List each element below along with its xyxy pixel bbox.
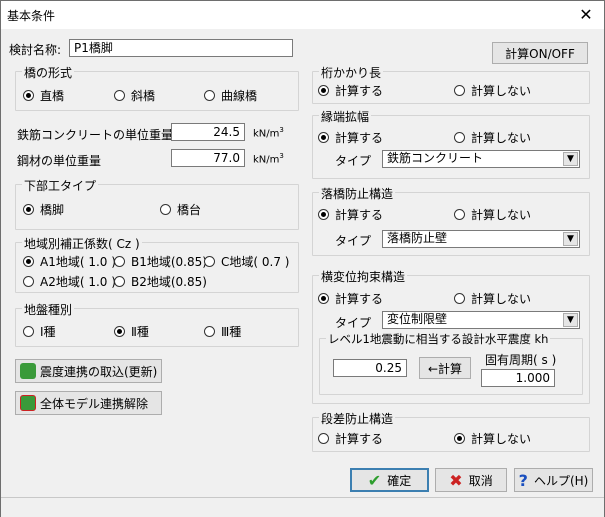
rebar-weight-unit: kN/m3 (253, 126, 284, 140)
girder-seat-title: 桁かかり長 (319, 64, 384, 81)
radio-icon (204, 256, 215, 267)
radio-region-b1[interactable]: B1地域(0.85) (114, 253, 207, 270)
radio-icon (318, 85, 329, 96)
edge-widening-title: 縁端拡幅 (319, 108, 372, 125)
radio-region-a2[interactable]: A2地域( 1.0 ) (23, 273, 116, 290)
radio-girder-calc[interactable]: 計算する (318, 82, 383, 99)
radio-icon (114, 276, 125, 287)
cancel-button[interactable]: ✖ 取消 (435, 468, 507, 492)
radio-icon (114, 90, 125, 101)
help-button[interactable]: ? ヘルプ(H) (514, 468, 593, 492)
radio-icon (23, 256, 34, 267)
edge-type-label: タイプ (335, 154, 372, 168)
radio-icon (23, 326, 34, 337)
period-input[interactable]: 1.000 (481, 369, 555, 387)
case-name-input[interactable]: P1橋脚 (69, 39, 293, 57)
radio-icon (318, 132, 329, 143)
radio-icon (160, 204, 171, 215)
ok-button[interactable]: ✔ 確定 (350, 468, 429, 492)
radio-icon (204, 90, 215, 101)
kh-input[interactable]: 0.25 (333, 359, 407, 377)
radio-straight-bridge[interactable]: 直橋 (23, 87, 64, 104)
radio-abutment[interactable]: 橋台 (160, 201, 201, 218)
bridge-type-title: 橋の形式 (22, 64, 75, 81)
title-bar: 基本条件 ✕ (1, 1, 604, 29)
steel-weight-unit: kN/m3 (253, 152, 284, 166)
radio-icon (23, 90, 34, 101)
region-title: 地域別補正係数( Cz ) (22, 235, 142, 252)
radio-edge-calc[interactable]: 計算する (318, 129, 383, 146)
check-icon: ✔ (367, 470, 382, 490)
close-icon: ✖ (449, 470, 463, 490)
radio-icon (454, 433, 465, 444)
radio-region-a1[interactable]: A1地域( 1.0 ) (23, 253, 116, 270)
radio-step-calc[interactable]: 計算する (318, 430, 383, 447)
lateral-restraint-title: 横変位拘束構造 (319, 268, 408, 285)
close-icon[interactable]: ✕ (574, 3, 598, 27)
import-seismic-button[interactable]: 震度連携の取込(更新) (15, 359, 162, 383)
radio-ground-1[interactable]: Ⅰ種 (23, 323, 56, 340)
case-name-label: 検討名称: (9, 43, 62, 57)
radio-step-nocalc[interactable]: 計算しない (454, 430, 531, 447)
period-label: 固有周期( s ) (485, 353, 557, 367)
rebar-weight-input[interactable]: 24.5 (171, 123, 245, 141)
edge-type-select[interactable]: 鉄筋コンクリート ▼ (382, 150, 580, 168)
radio-icon (23, 276, 34, 287)
radio-icon (318, 293, 329, 304)
steel-weight-label: 鋼材の単位重量 (17, 154, 102, 168)
radio-lateral-calc[interactable]: 計算する (318, 290, 383, 307)
edge-widening-group: 縁端拡幅 (312, 108, 590, 179)
chevron-down-icon: ▼ (563, 152, 578, 166)
rebar-weight-label: 鉄筋コンクリートの単位重量 (17, 128, 174, 142)
unlink-icon (20, 395, 36, 411)
lateral-type-select[interactable]: 変位制限壁 ▼ (382, 311, 580, 329)
lateral-type-label: タイプ (335, 316, 372, 330)
status-bar (1, 497, 604, 517)
radio-icon (318, 209, 329, 220)
radio-girder-nocalc[interactable]: 計算しない (454, 82, 531, 99)
radio-ground-2[interactable]: Ⅱ種 (114, 323, 149, 340)
radio-icon (454, 209, 465, 220)
dialog-window: 基本条件 ✕ 検討名称: P1橋脚 計算ON/OFF 橋の形式 直橋 斜橋 曲線… (0, 0, 605, 517)
radio-icon (23, 204, 34, 215)
chevron-down-icon: ▼ (563, 232, 578, 246)
calc-onoff-button[interactable]: 計算ON/OFF (492, 42, 588, 64)
substructure-title: 下部工タイプ (22, 177, 99, 194)
steel-weight-input[interactable]: 77.0 (171, 149, 245, 167)
radio-edge-nocalc[interactable]: 計算しない (454, 129, 531, 146)
refresh-icon (20, 363, 36, 379)
kh-calc-button[interactable]: ←計算 (419, 357, 471, 379)
radio-region-b2[interactable]: B2地域(0.85) (114, 273, 207, 290)
radio-icon (114, 326, 125, 337)
seismic-kh-title: レベル1地震動に相当する設計水平震度 kh (326, 331, 551, 347)
radio-fall-calc[interactable]: 計算する (318, 206, 383, 223)
radio-icon (454, 132, 465, 143)
chevron-down-icon: ▼ (563, 313, 578, 327)
radio-icon (204, 326, 215, 337)
fall-type-select[interactable]: 落橋防止壁 ▼ (382, 230, 580, 248)
radio-icon (318, 433, 329, 444)
window-title: 基本条件 (7, 9, 56, 23)
radio-curved-bridge[interactable]: 曲線橋 (204, 87, 257, 104)
fall-prevention-title: 落橋防止構造 (319, 185, 396, 202)
radio-skew-bridge[interactable]: 斜橋 (114, 87, 155, 104)
ground-type-group: 地盤種別 (15, 301, 299, 347)
radio-region-c[interactable]: C地域( 0.7 ) (204, 253, 289, 270)
radio-pier[interactable]: 橋脚 (23, 201, 64, 218)
unlink-model-button[interactable]: 全体モデル連携解除 (15, 391, 162, 415)
step-prevention-title: 段差防止構造 (319, 410, 396, 427)
radio-ground-3[interactable]: Ⅲ種 (204, 323, 241, 340)
fall-type-label: タイプ (335, 234, 372, 248)
radio-fall-nocalc[interactable]: 計算しない (454, 206, 531, 223)
radio-lateral-nocalc[interactable]: 計算しない (454, 290, 531, 307)
radio-icon (454, 85, 465, 96)
radio-icon (114, 256, 125, 267)
ground-type-title: 地盤種別 (22, 301, 75, 318)
help-icon: ? (518, 470, 528, 490)
radio-icon (454, 293, 465, 304)
